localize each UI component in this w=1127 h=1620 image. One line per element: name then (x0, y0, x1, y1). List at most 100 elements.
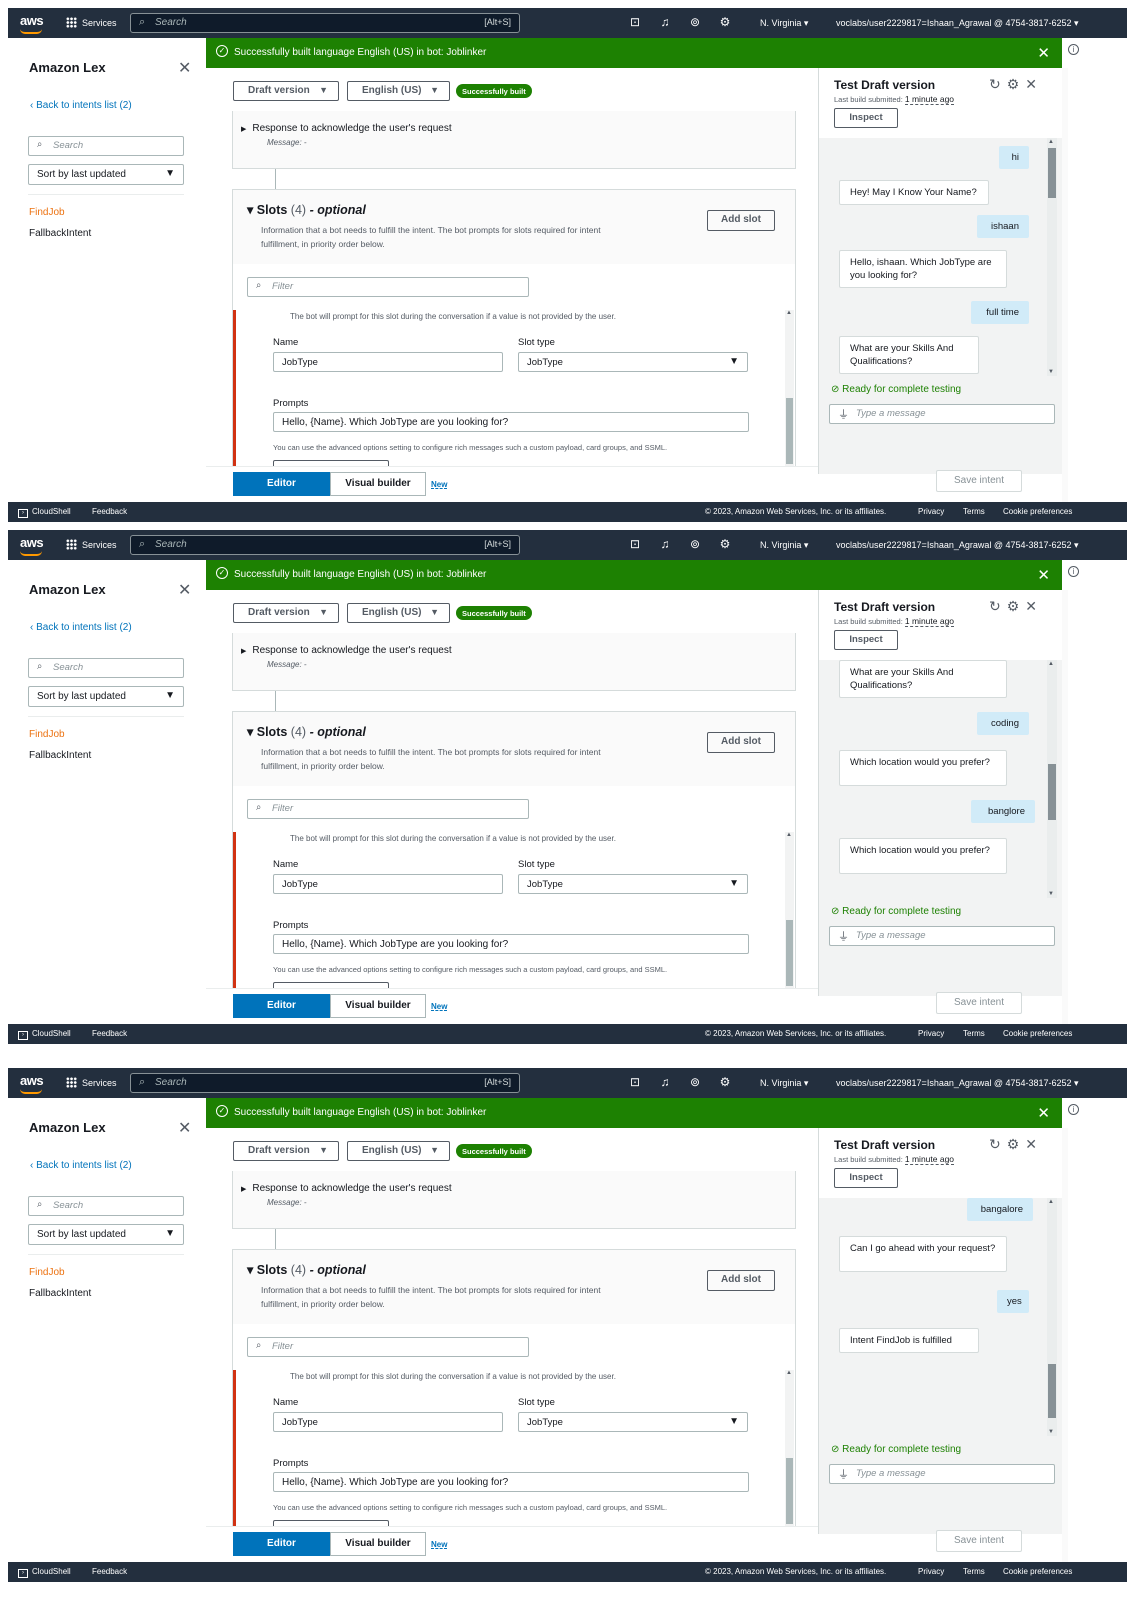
services-menu[interactable]: Services (66, 1077, 117, 1088)
bell-icon[interactable]: ♫ (650, 1075, 680, 1089)
language-dropdown[interactable]: English (US) ▼ (347, 603, 450, 623)
slot-scrollbar[interactable]: ▲ (785, 1370, 794, 1526)
bell-icon[interactable]: ♫ (650, 15, 680, 29)
tab-editor[interactable]: Editor (233, 472, 330, 496)
cloudshell-link[interactable]: › CloudShell (18, 1029, 71, 1040)
microphone-icon[interactable]: ⏚ (838, 406, 849, 422)
aws-logo[interactable]: aws (20, 1073, 44, 1094)
services-menu[interactable]: Services (66, 539, 117, 550)
region-selector[interactable]: N. Virginia ▾ (760, 540, 808, 551)
slot-name-field[interactable]: JobType (273, 352, 503, 372)
account-menu[interactable]: voclabs/user2229817=Ishaan_Agrawal @ 475… (836, 540, 1079, 551)
close-icon[interactable]: ✕ (178, 580, 191, 600)
inspect-button[interactable]: Inspect (834, 630, 898, 650)
cookie-preferences-link[interactable]: Cookie preferences (1003, 507, 1072, 516)
add-slot-button[interactable]: Add slot (707, 1270, 775, 1291)
info-icon[interactable]: i (1068, 566, 1079, 577)
tab-editor[interactable]: Editor (233, 1532, 330, 1556)
chat-scroll-thumb[interactable] (1048, 1364, 1056, 1418)
response-toggle[interactable]: Response to acknowledge the user's reque… (252, 123, 451, 134)
sort-select[interactable]: Sort by last updated ▼ (28, 164, 184, 185)
draft-version-dropdown[interactable]: Draft version ▼ (233, 1141, 339, 1161)
sidebar-item-fallbackintent[interactable]: FallbackIntent (29, 1288, 91, 1299)
arrow-down-icon[interactable]: ▼ (1048, 1429, 1054, 1435)
microphone-icon[interactable]: ⏚ (838, 928, 849, 944)
global-search-input[interactable]: ⌕ Search [Alt+S] (130, 1073, 520, 1093)
slot-filter-input[interactable]: ⌕ Filter (247, 1337, 529, 1357)
services-menu[interactable]: Services (66, 17, 117, 28)
prompt-field[interactable]: Hello, {Name}. Which JobType are you loo… (273, 412, 749, 432)
chat-message-input[interactable]: ⏚ Type a message (829, 1464, 1055, 1484)
add-slot-button[interactable]: Add slot (707, 732, 775, 753)
new-link[interactable]: New (431, 480, 447, 489)
arrow-up-icon[interactable]: ▲ (786, 310, 792, 316)
help-icon[interactable]: ⊚ (680, 537, 710, 551)
add-slot-button[interactable]: Add slot (707, 210, 775, 231)
tab-editor[interactable]: Editor (233, 994, 330, 1018)
cloudshell-link[interactable]: › CloudShell (18, 1567, 71, 1578)
back-to-intents-link[interactable]: ‹ Back to intents list (2) (30, 622, 132, 633)
refresh-icon[interactable]: ↻ (989, 598, 1001, 614)
arrow-down-icon[interactable]: ▼ (1048, 891, 1054, 897)
cookie-preferences-link[interactable]: Cookie preferences (1003, 1567, 1072, 1576)
help-icon[interactable]: ⊚ (680, 1075, 710, 1089)
slots-heading[interactable]: ▾ Slots (4) - optional (247, 1262, 366, 1277)
global-search-input[interactable]: ⌕ Search [Alt+S] (130, 13, 520, 33)
close-icon[interactable]: ✕ (178, 1118, 191, 1138)
slot-type-select[interactable]: JobType ▼ (518, 352, 748, 372)
tab-visual-builder[interactable]: Visual builder (330, 994, 426, 1018)
arrow-down-icon[interactable]: ▼ (1048, 369, 1054, 375)
slot-name-field[interactable]: JobType (273, 1412, 503, 1432)
chat-scrollbar[interactable]: ▲ ▼ (1047, 660, 1057, 898)
privacy-link[interactable]: Privacy (918, 507, 944, 516)
aws-logo[interactable]: aws (20, 535, 44, 556)
sort-select[interactable]: Sort by last updated ▼ (28, 686, 184, 707)
response-toggle[interactable]: Response to acknowledge the user's reque… (252, 645, 451, 656)
chat-scrollbar[interactable]: ▲ ▼ (1047, 138, 1057, 376)
bell-icon[interactable]: ♫ (650, 537, 680, 551)
cookie-preferences-link[interactable]: Cookie preferences (1003, 1029, 1072, 1038)
inspect-button[interactable]: Inspect (834, 108, 898, 128)
global-search-input[interactable]: ⌕ Search [Alt+S] (130, 535, 520, 555)
slot-type-select[interactable]: JobType ▼ (518, 874, 748, 894)
chat-message-input[interactable]: ⏚ Type a message (829, 926, 1055, 946)
sidebar-item-findjob[interactable]: FindJob (29, 207, 65, 218)
region-selector[interactable]: N. Virginia ▾ (760, 1078, 808, 1089)
dismiss-icon[interactable]: ✕ (1037, 44, 1050, 62)
help-icon[interactable]: ⊚ (680, 15, 710, 29)
settings-icon[interactable]: ⚙ (1007, 76, 1020, 92)
prompt-field[interactable]: Hello, {Name}. Which JobType are you loo… (273, 1472, 749, 1492)
slot-filter-input[interactable]: ⌕ Filter (247, 799, 529, 819)
scroll-thumb[interactable] (786, 920, 793, 986)
save-intent-button[interactable]: Save intent (936, 470, 1022, 492)
refresh-icon[interactable]: ↻ (989, 1136, 1001, 1152)
back-to-intents-link[interactable]: ‹ Back to intents list (2) (30, 100, 132, 111)
chat-scroll-thumb[interactable] (1048, 148, 1056, 198)
page-scrollbar[interactable] (1062, 590, 1068, 1024)
prompt-field[interactable]: Hello, {Name}. Which JobType are you loo… (273, 934, 749, 954)
chat-message-input[interactable]: ⏚ Type a message (829, 404, 1055, 424)
settings-icon[interactable]: ⚙ (1007, 598, 1020, 614)
feedback-link[interactable]: Feedback (92, 1029, 127, 1038)
account-menu[interactable]: voclabs/user2229817=Ishaan_Agrawal @ 475… (836, 1078, 1079, 1089)
info-icon[interactable]: i (1068, 44, 1079, 55)
scroll-thumb[interactable] (786, 1458, 793, 1524)
sidebar-item-fallbackintent[interactable]: FallbackIntent (29, 750, 91, 761)
gear-icon[interactable]: ⚙ (710, 1075, 740, 1089)
privacy-link[interactable]: Privacy (918, 1567, 944, 1576)
arrow-up-icon[interactable]: ▲ (1048, 1199, 1054, 1205)
page-scrollbar[interactable] (1062, 68, 1068, 502)
cloudshell-icon[interactable]: ⊡ (620, 1075, 650, 1089)
page-scrollbar[interactable] (1062, 1128, 1068, 1562)
close-icon[interactable]: ✕ (1025, 76, 1037, 92)
sidebar-item-findjob[interactable]: FindJob (29, 729, 65, 740)
close-icon[interactable]: ✕ (178, 58, 191, 78)
region-selector[interactable]: N. Virginia ▾ (760, 18, 808, 29)
save-intent-button[interactable]: Save intent (936, 992, 1022, 1014)
sidebar-item-findjob[interactable]: FindJob (29, 1267, 65, 1278)
settings-icon[interactable]: ⚙ (1007, 1136, 1020, 1152)
arrow-up-icon[interactable]: ▲ (1048, 139, 1054, 145)
inspect-button[interactable]: Inspect (834, 1168, 898, 1188)
feedback-link[interactable]: Feedback (92, 507, 127, 516)
chat-scrollbar[interactable]: ▲ ▼ (1047, 1198, 1057, 1436)
